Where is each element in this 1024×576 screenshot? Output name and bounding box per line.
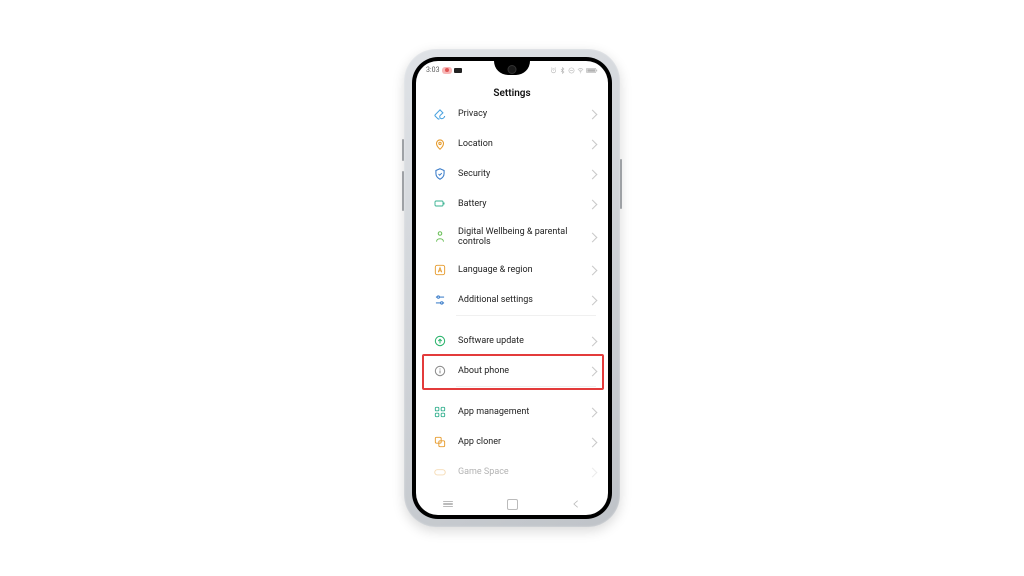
settings-item-additional[interactable]: Additional settings (416, 285, 608, 315)
phone-bezel: 3:03 Settings (412, 57, 612, 519)
wellbeing-icon (432, 229, 448, 245)
battery-icon (586, 67, 598, 74)
chevron-right-icon (588, 366, 598, 376)
game-space-icon (432, 464, 448, 480)
chevron-right-icon (588, 199, 598, 209)
chevron-right-icon (588, 336, 598, 346)
nav-recents-button[interactable] (441, 497, 455, 511)
nav-bar (416, 495, 608, 513)
status-right (550, 67, 598, 74)
chevron-right-icon (588, 407, 598, 417)
nav-back-button[interactable] (569, 497, 583, 511)
settings-list[interactable]: Privacy Location (416, 107, 608, 495)
volume-down-button[interactable] (402, 171, 404, 211)
volume-up-button[interactable] (402, 139, 404, 161)
settings-item-label: App cloner (458, 437, 585, 447)
settings-item-location[interactable]: Location (416, 129, 608, 159)
settings-item-label: App management (458, 407, 585, 417)
settings-item-label: Battery (458, 199, 585, 209)
chevron-right-icon (588, 169, 598, 179)
settings-item-about-phone[interactable]: About phone (416, 356, 608, 386)
power-button[interactable] (620, 159, 622, 209)
chevron-right-icon (588, 265, 598, 275)
settings-item-software-update[interactable]: Software update (416, 326, 608, 356)
settings-item-app-cloner[interactable]: App cloner (416, 427, 608, 457)
about-phone-icon (432, 363, 448, 379)
settings-item-label: Language & region (458, 265, 585, 275)
settings-item-label: Security (458, 169, 585, 179)
settings-item-label: Game Space (458, 467, 585, 477)
app-management-icon (432, 404, 448, 420)
location-icon (432, 136, 448, 152)
language-icon (432, 262, 448, 278)
phone-frame: 3:03 Settings (404, 49, 620, 527)
chevron-right-icon (588, 109, 598, 119)
alarm-icon (550, 67, 557, 74)
battery-icon (432, 196, 448, 212)
app-cloner-icon (432, 434, 448, 450)
chevron-right-icon (588, 295, 598, 305)
settings-item-label: Privacy (458, 109, 585, 119)
settings-item-language[interactable]: Language & region (416, 255, 608, 285)
settings-item-label: Digital Wellbeing & parental controls (458, 227, 585, 248)
settings-item-label: About phone (458, 366, 585, 376)
dnd-icon (568, 67, 575, 74)
screen: 3:03 Settings (416, 61, 608, 515)
settings-item-game-space[interactable]: Game Space (416, 457, 608, 487)
nav-home-button[interactable] (505, 497, 519, 511)
chevron-right-icon (588, 232, 598, 242)
additional-settings-icon (432, 292, 448, 308)
privacy-icon (432, 107, 448, 122)
settings-item-app-management[interactable]: App management (416, 397, 608, 427)
chevron-right-icon (588, 467, 598, 477)
settings-item-security[interactable]: Security (416, 159, 608, 189)
settings-item-label: Software update (458, 336, 585, 346)
bluetooth-icon (559, 67, 566, 74)
settings-item-battery[interactable]: Battery (416, 189, 608, 219)
settings-item-wellbeing[interactable]: Digital Wellbeing & parental controls (416, 219, 608, 255)
status-left: 3:03 (426, 66, 462, 74)
record-indicator-icon (442, 67, 452, 74)
wifi-icon (577, 67, 584, 74)
camera-indicator-icon (454, 68, 462, 73)
page-title: Settings (416, 79, 608, 107)
chevron-right-icon (588, 437, 598, 447)
settings-item-label: Additional settings (458, 295, 585, 305)
chevron-right-icon (588, 139, 598, 149)
settings-item-privacy[interactable]: Privacy (416, 107, 608, 129)
security-icon (432, 166, 448, 182)
status-time: 3:03 (426, 66, 440, 74)
software-update-icon (432, 333, 448, 349)
settings-item-label: Location (458, 139, 585, 149)
